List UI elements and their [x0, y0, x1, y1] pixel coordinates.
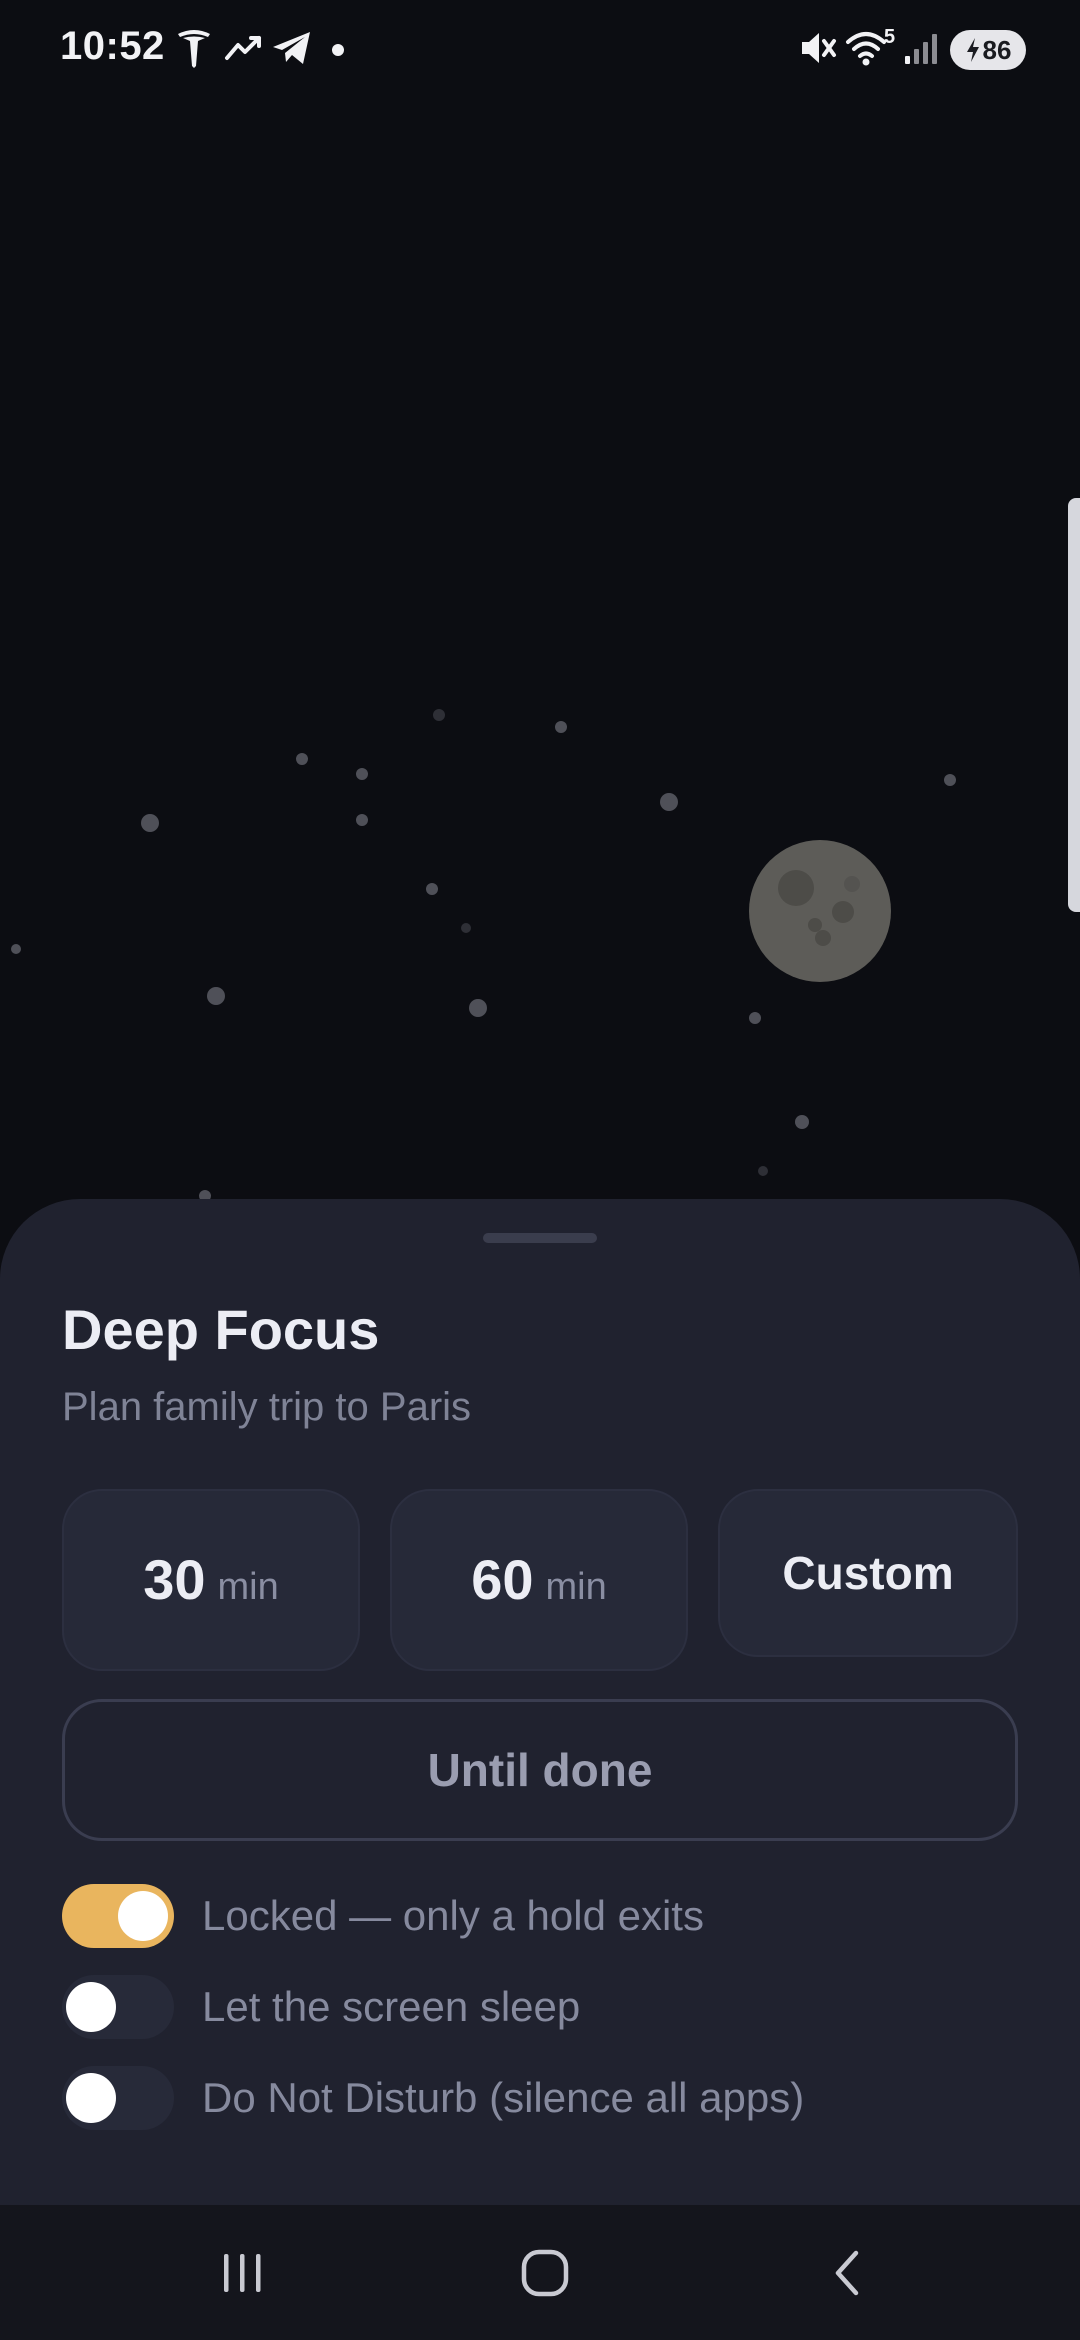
night-sky-illustration	[11, 709, 956, 1200]
star	[356, 814, 368, 826]
duration-unit: min	[217, 1566, 279, 1608]
star	[749, 1012, 761, 1024]
focus-settings-sheet: Deep Focus Plan family trip to Paris 30 …	[0, 1199, 1080, 2205]
moon-icon	[749, 840, 891, 982]
locked-toggle-row[interactable]: Locked — only a hold exits	[62, 1881, 1022, 1951]
star	[795, 1115, 809, 1129]
star	[433, 709, 445, 721]
duration-30-button[interactable]: 30 min	[62, 1489, 360, 1671]
do-not-disturb-toggle-row[interactable]: Do Not Disturb (silence all apps)	[62, 2063, 1022, 2133]
star	[469, 999, 487, 1017]
do-not-disturb-toggle-label: Do Not Disturb (silence all apps)	[202, 2074, 805, 2121]
toggle-knob	[118, 1891, 168, 1941]
star	[426, 883, 438, 895]
star	[555, 721, 567, 733]
duration-60-button[interactable]: 60 min	[390, 1489, 688, 1671]
locked-toggle[interactable]	[62, 1884, 174, 1948]
star	[461, 923, 471, 933]
wifi-badge: 5	[884, 26, 896, 48]
star	[944, 774, 956, 786]
duration-unit: min	[545, 1566, 607, 1608]
focus-screen: 10:52 5 86 Deep Focus Plan family trip t…	[0, 0, 1080, 2340]
back-button[interactable]	[768, 2205, 928, 2340]
sheet-title: Deep Focus	[62, 1298, 380, 1361]
signal-icon	[905, 34, 937, 64]
locked-toggle-label: Locked — only a hold exits	[202, 1892, 704, 1939]
edge-panel-handle[interactable]	[1068, 498, 1080, 912]
charging-icon	[966, 38, 979, 62]
until-done-button[interactable]: Until done	[62, 1699, 1018, 1841]
star	[11, 944, 21, 954]
home-icon	[521, 2249, 569, 2296]
star	[356, 768, 368, 780]
tesla-icon	[178, 30, 210, 68]
mute-icon	[802, 33, 836, 63]
toggle-knob	[66, 2073, 116, 2123]
star	[141, 814, 159, 832]
back-icon	[835, 2250, 859, 2295]
task-name: Plan family trip to Paris	[62, 1385, 472, 1429]
star	[207, 987, 225, 1005]
screen-sleep-toggle-label: Let the screen sleep	[202, 1983, 581, 2030]
clock: 10:52	[60, 24, 165, 68]
star	[758, 1166, 768, 1176]
star	[296, 753, 308, 765]
status-bar: 10:52 5 86	[0, 0, 1080, 100]
star	[660, 793, 678, 811]
battery-percent: 86	[982, 34, 1012, 65]
toggle-knob	[66, 1982, 116, 2032]
home-button[interactable]	[465, 2205, 625, 2340]
trending-icon	[225, 36, 261, 60]
duration-value: 60	[471, 1548, 534, 1611]
custom-duration-button[interactable]: Custom	[718, 1489, 1018, 1657]
sheet-drag-handle[interactable]	[483, 1233, 597, 1243]
navigation-bar	[0, 2205, 1080, 2340]
do-not-disturb-toggle[interactable]	[62, 2066, 174, 2130]
screen-sleep-toggle[interactable]	[62, 1975, 174, 2039]
dot-icon	[332, 44, 344, 56]
screen-sleep-toggle-row[interactable]: Let the screen sleep	[62, 1972, 1022, 2042]
duration-value: 30	[143, 1548, 206, 1611]
telegram-icon	[273, 32, 310, 64]
battery-icon: 86	[950, 30, 1026, 70]
recents-icon	[224, 2253, 261, 2292]
recents-button[interactable]	[163, 2205, 323, 2340]
